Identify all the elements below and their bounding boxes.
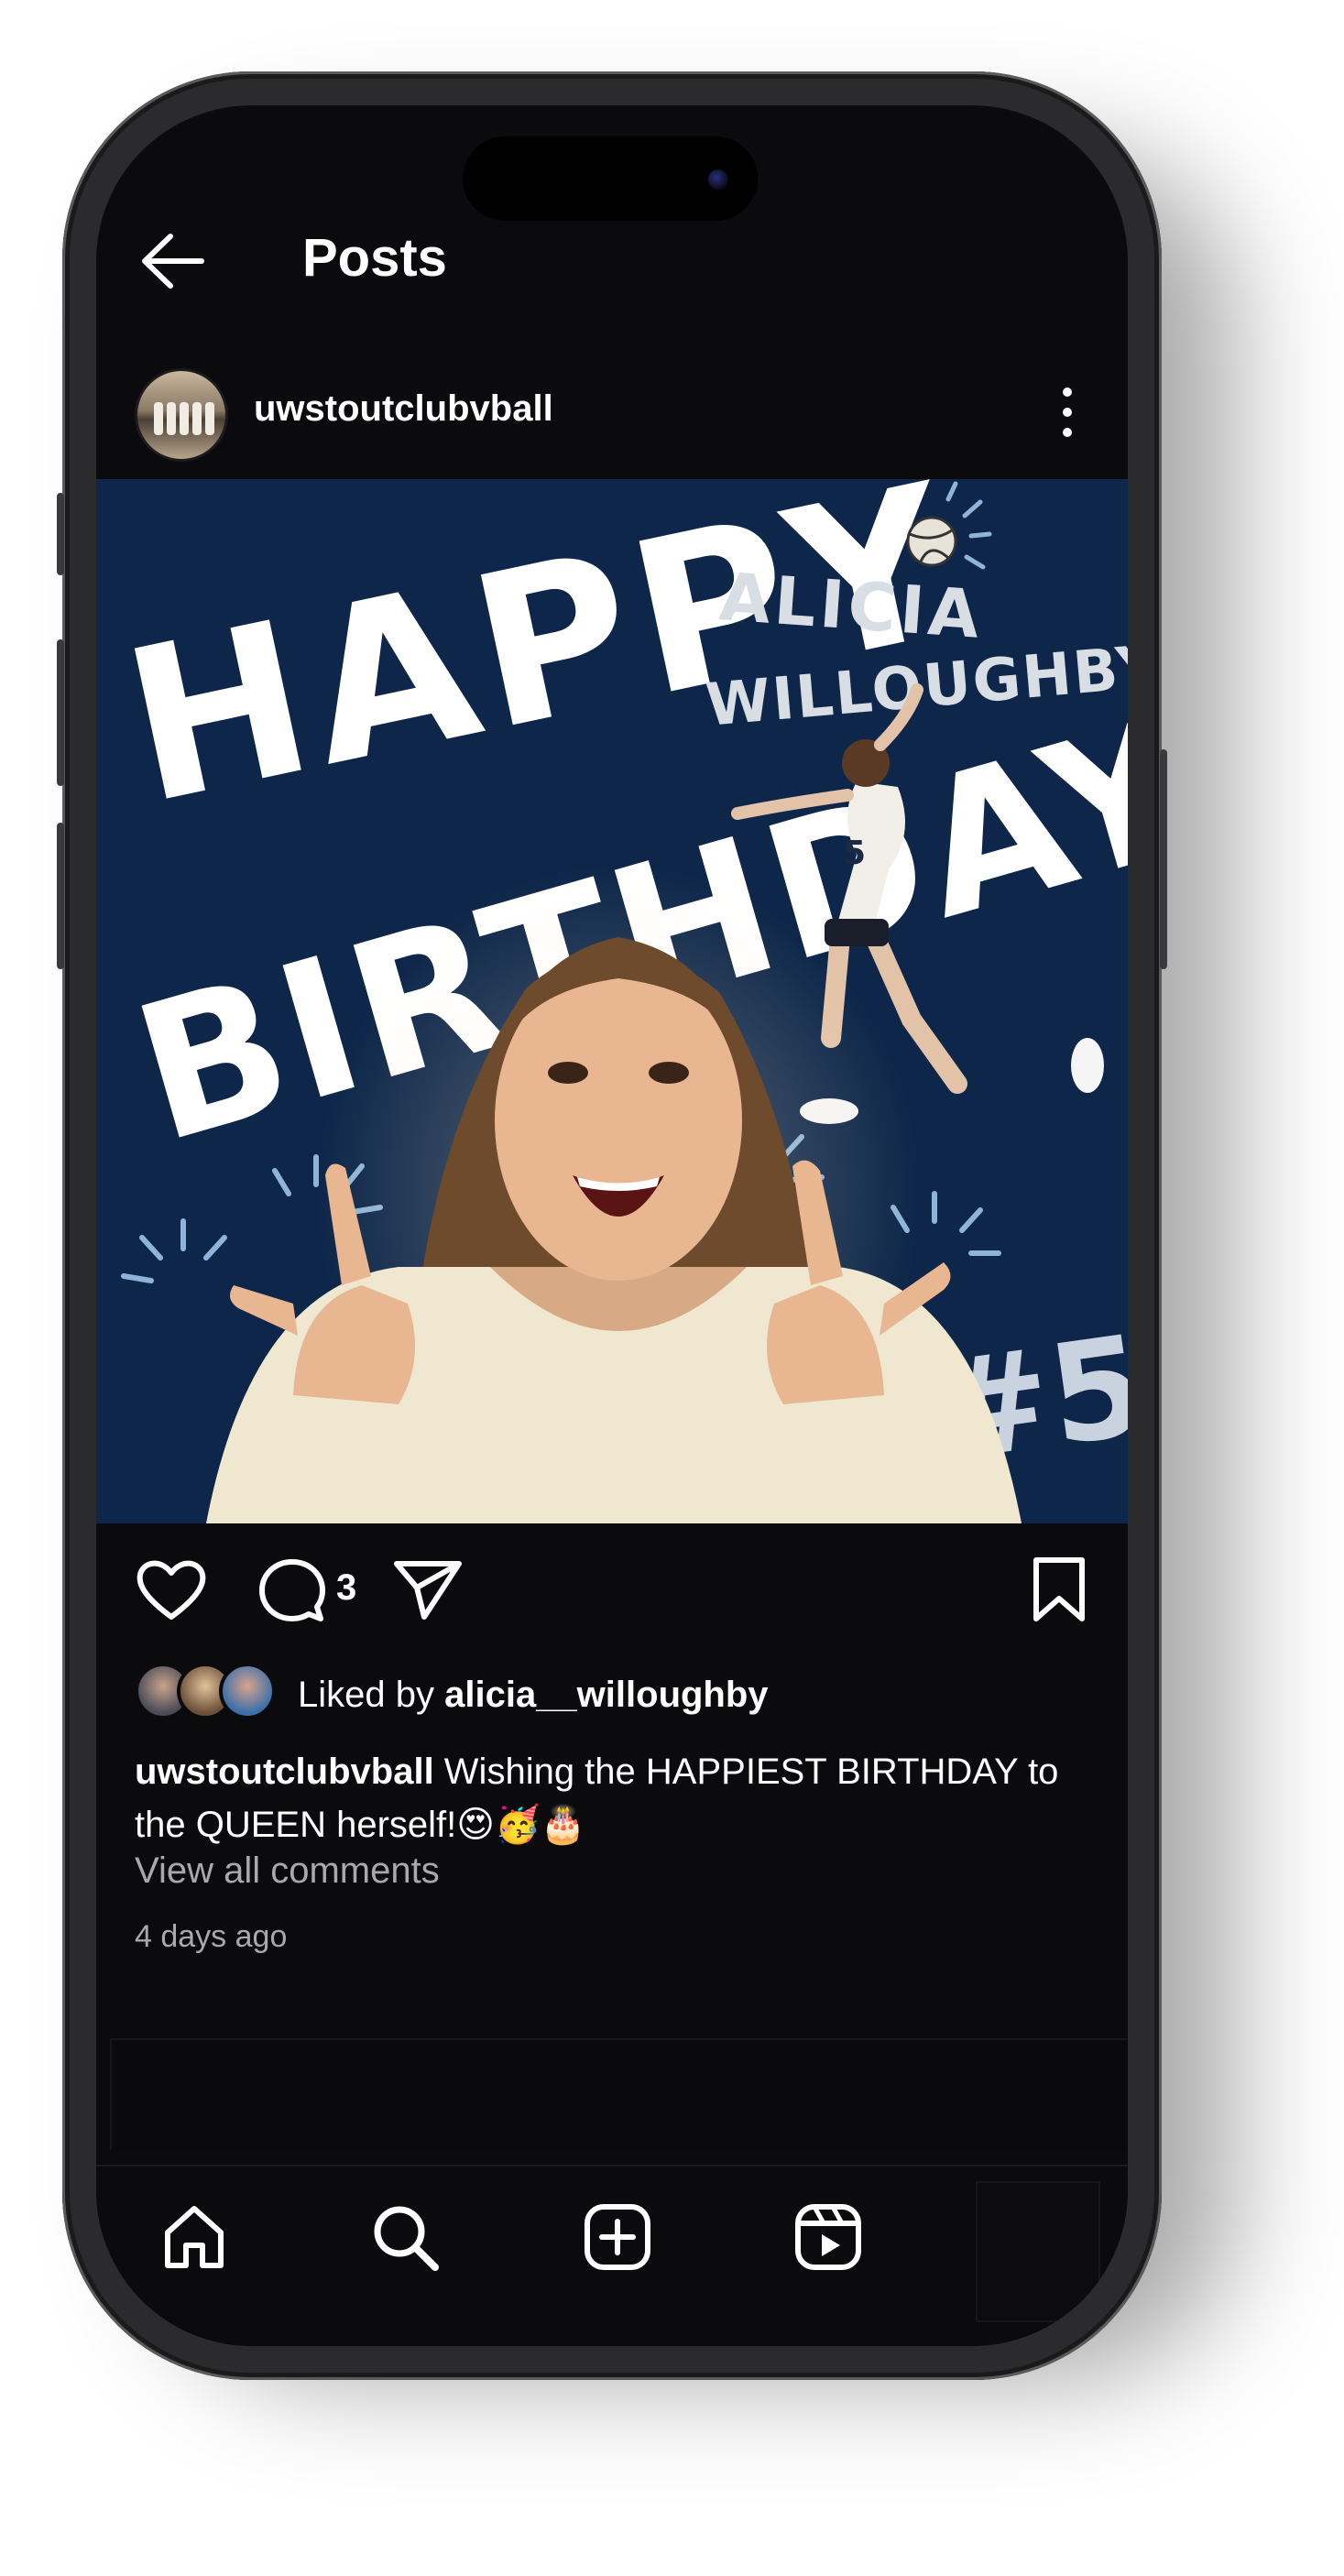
more-vertical-icon[interactable] bbox=[1062, 385, 1073, 440]
search-icon[interactable] bbox=[369, 2201, 441, 2273]
home-icon[interactable] bbox=[158, 2201, 230, 2273]
post-username[interactable]: uwstoutclubvball bbox=[254, 388, 553, 430]
arrow-left-icon[interactable] bbox=[137, 229, 209, 293]
liker-avatar bbox=[219, 1663, 276, 1719]
profile-icon[interactable] bbox=[976, 2181, 1100, 2322]
comment-count: 3 bbox=[336, 1567, 357, 1608]
post-header: uwstoutclubvball bbox=[96, 348, 1128, 476]
comment-icon[interactable] bbox=[257, 1556, 328, 1624]
front-camera bbox=[708, 169, 728, 190]
action-button bbox=[57, 493, 64, 575]
view-all-comments-link[interactable]: View all comments bbox=[135, 1850, 440, 1892]
post-caption: uwstoutclubvball Wishing the HAPPIEST BI… bbox=[135, 1745, 1087, 1851]
post-timestamp: 4 days ago bbox=[135, 1919, 288, 1954]
top-bar: Posts bbox=[96, 192, 1128, 330]
svg-text:5: 5 bbox=[843, 835, 866, 872]
bookmark-icon[interactable] bbox=[1031, 1555, 1087, 1624]
liked-by-text: Liked by alicia__willoughby bbox=[298, 1675, 769, 1715]
likes-row[interactable]: Liked by alicia__willoughby bbox=[96, 1663, 1128, 1736]
post-actions: 3 bbox=[96, 1523, 1128, 1652]
caption-username[interactable]: uwstoutclubvball bbox=[135, 1752, 434, 1792]
page-title: Posts bbox=[302, 228, 447, 288]
volume-up-button bbox=[57, 639, 64, 786]
avatar[interactable] bbox=[135, 368, 228, 462]
heart-icon[interactable] bbox=[135, 1556, 208, 1622]
liked-by-user[interactable]: alicia__willoughby bbox=[444, 1675, 768, 1715]
birthday-graphic: HAPPY BIRTHDAY! ALICIA WILLOUGHBY bbox=[96, 479, 1128, 1523]
next-post-placeholder bbox=[110, 2038, 1128, 2150]
power-button bbox=[1160, 749, 1167, 969]
reels-icon[interactable] bbox=[792, 2201, 864, 2273]
phone-screen: Posts uwstoutclubvball HAPPY ALICIA WILL… bbox=[96, 105, 1128, 2346]
create-post-icon[interactable] bbox=[582, 2201, 653, 2273]
volume-down-button bbox=[57, 823, 64, 969]
bottom-tab-bar bbox=[96, 2165, 1128, 2346]
post-image[interactable]: HAPPY BIRTHDAY! ALICIA WILLOUGHBY bbox=[96, 479, 1128, 1523]
send-icon[interactable] bbox=[391, 1556, 464, 1622]
